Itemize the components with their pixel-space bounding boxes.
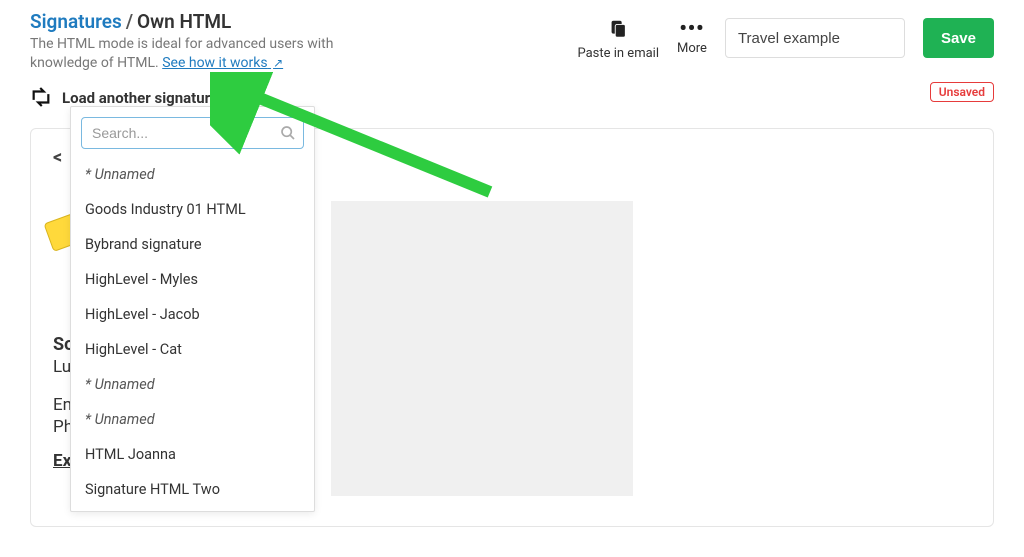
preview-area [331,201,633,496]
breadcrumb-sep: / [126,10,133,33]
paste-label: Paste in email [577,46,659,61]
caret-down-icon: ▼ [228,92,239,105]
more-icon: ••• [679,18,704,38]
preview-text-2: Lu [53,357,71,377]
dropdown-item[interactable]: Goods Industry 01 HTML [71,192,314,227]
dropdown-search-input[interactable] [81,117,304,149]
back-chevron-icon[interactable]: < [53,147,67,168]
more-label: More [677,41,707,56]
preview-text-5: Ex [53,451,71,471]
paste-in-email-button[interactable]: Paste in email [577,18,659,61]
load-label: Load another signature [62,89,218,107]
see-how-text: See how it works [162,55,267,71]
subheading: The HTML mode is ideal for advanced user… [30,35,360,73]
dropdown-item[interactable]: * Unnamed [71,157,314,192]
save-button[interactable]: Save [923,18,994,58]
search-icon [280,125,296,145]
unsaved-badge: Unsaved [930,82,994,102]
dropdown-item[interactable]: Signature HTML Two [71,472,314,507]
paste-icon [607,18,629,43]
dropdown-item[interactable]: * Unnamed [71,402,314,437]
breadcrumb-current: Own HTML [137,10,231,33]
dropdown-item[interactable]: Bybrand signature [71,227,314,262]
load-signature-dropdown: * UnnamedGoods Industry 01 HTMLBybrand s… [70,106,315,512]
external-link-icon: ↗ [273,56,283,70]
more-button[interactable]: ••• More [677,18,707,56]
signature-name-input[interactable] [725,18,905,58]
swap-icon [30,87,52,110]
dropdown-item[interactable]: HTML Joanna [71,437,314,472]
see-how-link[interactable]: See how it works ↗ [162,55,283,71]
dropdown-item[interactable]: * Unnamed [71,367,314,402]
dropdown-item[interactable]: HighLevel - Myles [71,262,314,297]
dropdown-item[interactable]: HighLevel - Cat [71,332,314,367]
breadcrumb-root[interactable]: Signatures [30,10,122,33]
dropdown-item[interactable]: HighLevel - Jacob [71,297,314,332]
